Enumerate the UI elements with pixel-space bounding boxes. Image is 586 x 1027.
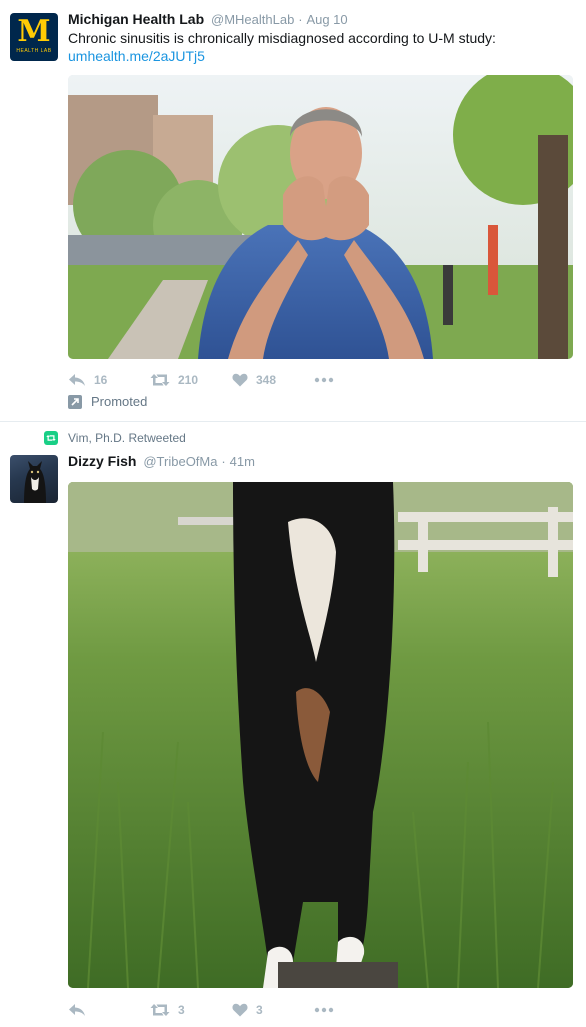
tweet-photo[interactable] (68, 75, 573, 359)
like-count: 348 (256, 373, 277, 387)
retweeted-tweet[interactable]: Vim, Ph.D. Retweeted Dizzy Fish @TribeOf… (0, 423, 586, 1027)
retweet-context-label: Vim, Ph.D. Retweeted (68, 431, 186, 445)
avatar-logo-subtext: HEALTH LAB (16, 48, 52, 54)
tweet-link[interactable]: umhealth.me/2aJUTj5 (68, 47, 573, 65)
reply-icon (69, 374, 85, 386)
tweet-header: Michigan Health Lab @MHealthLab · Aug 10 (68, 10, 348, 29)
promoted-indicator[interactable]: Promoted (68, 394, 147, 409)
reply-icon (69, 1004, 85, 1016)
retweet-context[interactable]: Vim, Ph.D. Retweeted (44, 431, 186, 445)
reply-count: 16 (94, 373, 108, 387)
michigan-health-lab-avatar[interactable]: M HEALTH LAB (10, 13, 58, 61)
promoted-tweet[interactable]: M HEALTH LAB Michigan Health Lab @MHealt… (0, 0, 586, 422)
heart-icon (232, 373, 248, 387)
retweet-icon (150, 1004, 170, 1016)
like-button[interactable]: 3 (232, 1003, 314, 1017)
dizzy-fish-avatar[interactable] (10, 455, 58, 503)
retweet-count: 210 (178, 373, 199, 387)
author-handle[interactable]: @MHealthLab (211, 12, 294, 27)
avatar-logo-letter: M (17, 14, 51, 49)
retweet-badge-icon (44, 431, 58, 445)
tweet-actions: 16 210 348 (68, 370, 344, 390)
tweet-timestamp[interactable]: Aug 10 (306, 12, 347, 27)
cat-avatar-icon (24, 461, 46, 503)
man-holding-nose-photo-icon (68, 75, 573, 359)
like-count: 3 (256, 1003, 263, 1017)
author-display-name[interactable]: Michigan Health Lab (68, 11, 204, 27)
like-button[interactable]: 348 (232, 373, 314, 387)
standing-cat-photo-icon (68, 482, 573, 988)
tweet-photo[interactable] (68, 482, 573, 988)
reply-button[interactable] (68, 1003, 150, 1017)
more-options-button[interactable] (314, 377, 344, 383)
header-separator: · (298, 12, 303, 27)
promoted-arrow-icon (68, 394, 82, 409)
more-dots-icon (314, 377, 334, 383)
tweet-timestamp[interactable]: 41m (230, 454, 255, 469)
tweet-body: Chronic sinusitis is chronically misdiag… (68, 30, 496, 46)
retweet-button[interactable]: 210 (150, 373, 232, 387)
retweet-icon (150, 374, 170, 386)
reply-button[interactable]: 16 (68, 373, 150, 387)
more-dots-icon (314, 1007, 334, 1013)
more-options-button[interactable] (314, 1007, 344, 1013)
tweet-header: Dizzy Fish @TribeOfMa · 41m (68, 452, 255, 471)
header-separator: · (221, 454, 226, 469)
promoted-label: Promoted (91, 394, 148, 409)
retweet-count: 3 (178, 1003, 185, 1017)
author-handle[interactable]: @TribeOfMa (143, 454, 217, 469)
author-display-name[interactable]: Dizzy Fish (68, 453, 136, 469)
tweet-text: Chronic sinusitis is chronically misdiag… (68, 29, 573, 65)
tweet-actions: 3 3 (68, 1000, 344, 1020)
retweet-button[interactable]: 3 (150, 1003, 232, 1017)
heart-icon (232, 1003, 248, 1017)
